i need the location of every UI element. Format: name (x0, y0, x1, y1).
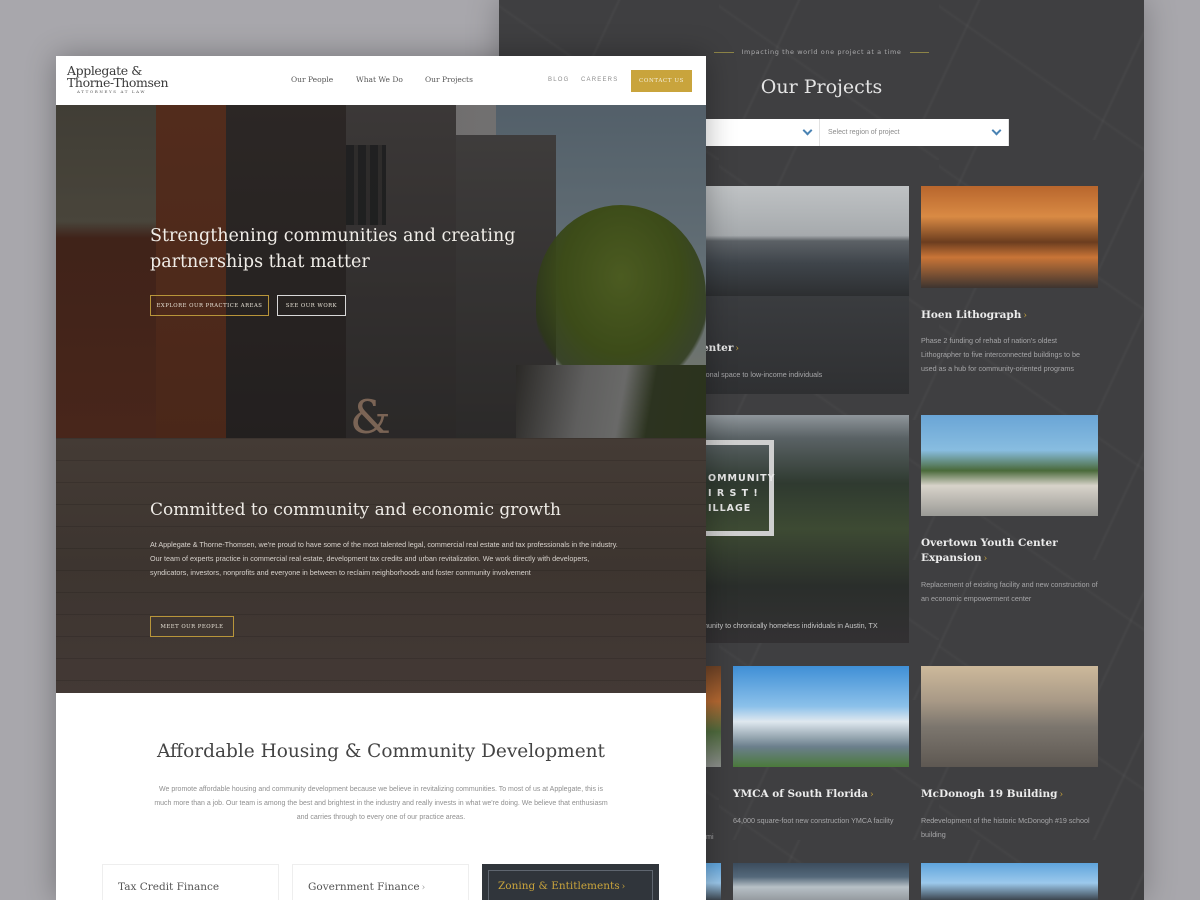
divider-line (714, 51, 734, 53)
project-description: ami (702, 832, 714, 841)
commitment-body: At Applegate & Thorne-Thomsen, we're pro… (150, 540, 618, 577)
project-name[interactable]: YMCA of South Florida › (733, 787, 874, 803)
nav-blog[interactable]: BLOG (548, 77, 569, 83)
region-select[interactable]: Select region of project (820, 119, 1009, 146)
divider-line (909, 51, 930, 53)
nav-careers[interactable]: CAREERS (581, 77, 618, 83)
project-name[interactable]: McDonogh 19 Building › (921, 787, 1063, 803)
commitment-title: Committed to community and economic grow… (150, 500, 561, 520)
hero-headline: Strengthening communities and creating p… (150, 226, 516, 272)
project-description: Replacement of existing facility and new… (921, 580, 1098, 603)
sign-line: I R S T ! (708, 488, 759, 499)
arrow-right-icon: › (983, 554, 988, 564)
arrow-right-icon: › (735, 344, 739, 354)
arrow-right-icon: › (1059, 790, 1064, 800)
explore-practice-areas-button[interactable]: EXPLORE OUR PRACTICE AREAS (150, 295, 269, 316)
contact-us-button[interactable]: CONTACT US (631, 70, 692, 92)
project-image[interactable] (733, 666, 909, 767)
practice-area-label: Zoning & Entitlements › (498, 880, 626, 892)
practice-area-label: Tax Credit Finance (118, 881, 220, 893)
arrow-right-icon: › (621, 882, 626, 892)
projects-tagline: Impacting the world one project at a tim… (741, 48, 902, 56)
project-image[interactable] (921, 186, 1098, 288)
arrow-right-icon: › (1023, 311, 1028, 321)
project-card[interactable]: Overtown Youth Center Expansion › Replace… (921, 415, 1098, 615)
arrow-right-icon: › (421, 883, 426, 893)
affordable-title: Affordable Housing & Community Developme… (156, 741, 605, 762)
chevron-down-icon (802, 125, 813, 136)
see-our-work-button[interactable]: SEE OUR WORK (277, 295, 346, 316)
nav-what-we-do[interactable]: What We Do (356, 75, 403, 84)
project-name[interactable]: Hoen Lithograph › (921, 308, 1027, 324)
meet-our-people-button[interactable]: MEET OUR PEOPLE (150, 616, 234, 637)
chevron-down-icon (991, 125, 1002, 136)
ampersand-mark: & (350, 390, 391, 438)
region-select-value: Select region of project (828, 129, 900, 136)
project-description: Redevelopment of the historic McDonogh #… (921, 816, 1090, 839)
sign-line: ILLAGE (708, 503, 752, 514)
projects-title-text: Our Projects (760, 76, 883, 98)
practice-area-card[interactable]: Government Finance › (292, 864, 469, 900)
project-image[interactable] (921, 863, 1098, 900)
site-logo[interactable]: Applegate & Thorne-Thomsen ATTORNEYS AT … (67, 64, 169, 94)
home-page: Applegate & Thorne-Thomsen ATTORNEYS AT … (56, 56, 706, 900)
practice-area-card-active[interactable]: Zoning & Entitlements › (482, 864, 659, 900)
site-header: Applegate & Thorne-Thomsen ATTORNEYS AT … (56, 56, 706, 105)
project-image[interactable] (733, 863, 909, 900)
affordable-body: We promote affordable housing and commun… (154, 786, 608, 821)
hero-section: Strengthening communities and creating p… (56, 105, 706, 438)
project-card[interactable]: Hoen Lithograph › Phase 2 funding of reha… (921, 186, 1098, 394)
project-card[interactable] (921, 863, 1098, 900)
project-image[interactable] (921, 666, 1098, 767)
project-filters: tice Select region of project (659, 119, 1009, 146)
community-first-village-sign: OMMUNITY I R S T ! ILLAGE (706, 440, 776, 536)
sign-line: OMMUNITY (708, 473, 776, 484)
arrow-right-icon: › (869, 790, 874, 800)
project-image[interactable] (921, 415, 1098, 516)
tagline-row: Impacting the world one project at a tim… (714, 48, 930, 56)
project-card[interactable]: McDonogh 19 Building › Redevelopment of t… (921, 666, 1098, 846)
project-description: munity to chronically homeless individua… (702, 621, 878, 630)
commitment-section: Committed to community and economic grow… (56, 438, 706, 693)
project-name[interactable]: Overtown Youth Center Expansion › (921, 536, 1061, 567)
project-card[interactable] (733, 863, 909, 900)
project-card[interactable]: YMCA of South Florida › 64,000 square-foo… (733, 666, 909, 846)
nav-our-projects[interactable]: Our Projects (425, 75, 473, 84)
nav-our-people[interactable]: Our People (291, 75, 333, 84)
project-description: Phase 2 funding of rehab of nation's old… (921, 336, 1081, 373)
project-description: 64,000 square-foot new construction YMCA… (733, 816, 894, 825)
practice-area-card[interactable]: Tax Credit Finance (102, 864, 279, 900)
project-description: tional space to low-income individuals (702, 370, 823, 379)
affordable-housing-section: Affordable Housing & Community Developme… (56, 693, 706, 900)
logo-line: Thorne-Thomsen (67, 75, 169, 90)
project-name[interactable]: enter › (702, 341, 739, 357)
practice-area-label: Government Finance › (308, 881, 426, 893)
